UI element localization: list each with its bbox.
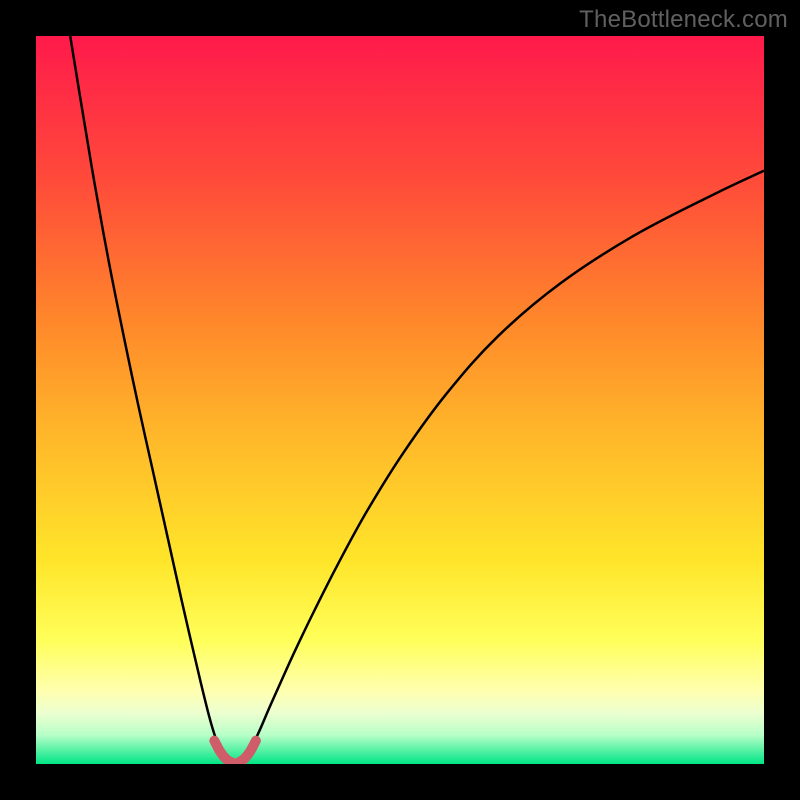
gradient-background: [36, 36, 764, 764]
watermark-text: TheBottleneck.com: [579, 6, 788, 34]
plot-area: [36, 36, 764, 764]
chart-canvas: [36, 36, 764, 764]
chart-frame: TheBottleneck.com: [0, 0, 800, 800]
